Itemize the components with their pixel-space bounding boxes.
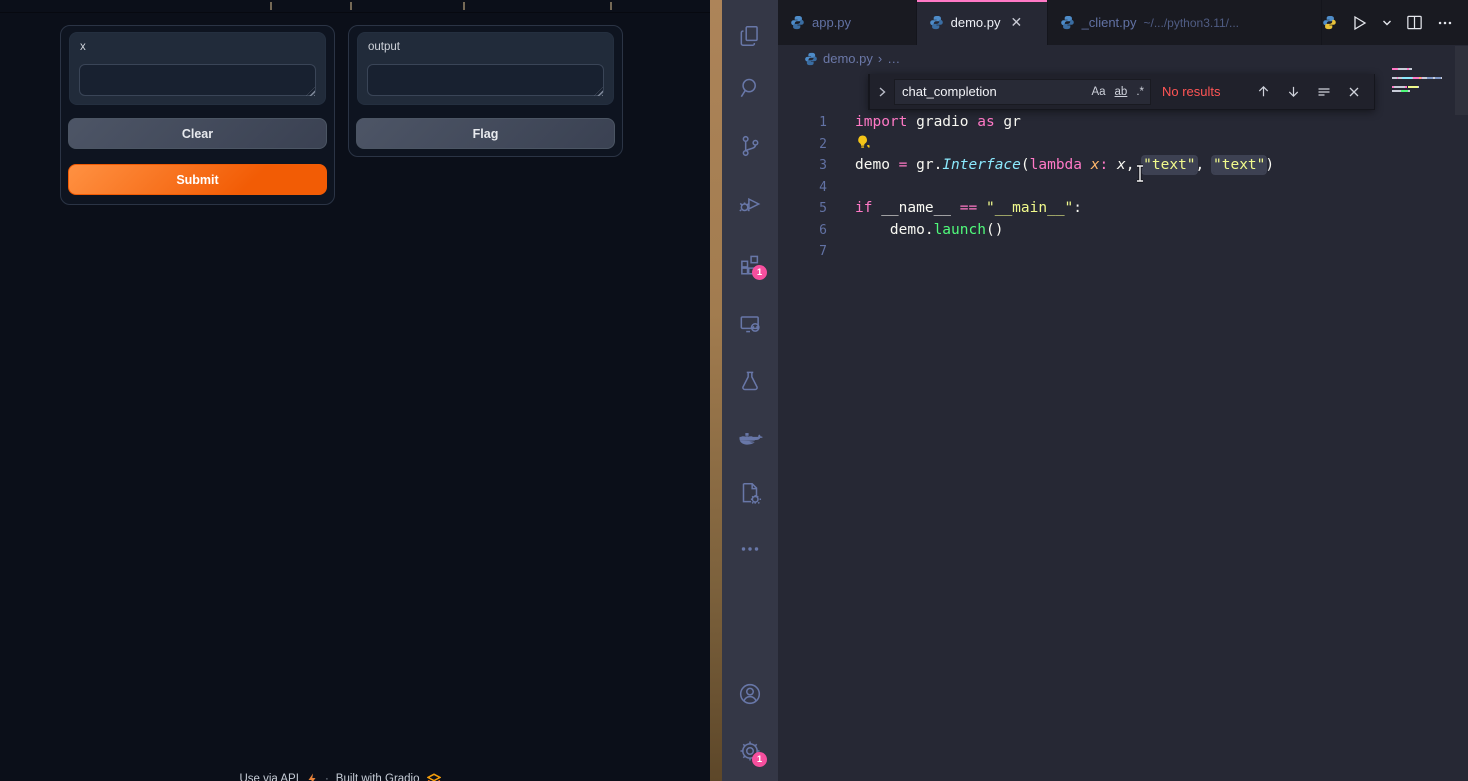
code-area[interactable]: 1import gradio as gr23demo = gr.Interfac… <box>778 112 1468 263</box>
submit-button[interactable]: Submit <box>68 164 327 195</box>
activity-bar: 1 1 <box>722 0 778 781</box>
progress-tick <box>463 2 465 10</box>
python-logo-icon <box>1322 15 1337 30</box>
progress-tick <box>270 2 272 10</box>
settings-icon[interactable]: 1 <box>737 738 763 764</box>
tab-client-py[interactable]: _client.py ~/.../python3.11/... <box>1048 0 1322 45</box>
find-widget: chat_completion Aa ab .* No results <box>868 74 1375 110</box>
reload-progress-bar <box>0 0 710 13</box>
more-actions-icon[interactable] <box>1436 14 1454 32</box>
input-block: x <box>69 32 326 105</box>
clear-button[interactable]: Clear <box>68 118 327 149</box>
tab-bar: app.py demo.py ✕ _client.py ~/.../python… <box>778 0 1468 45</box>
tab-label: demo.py <box>951 15 1001 30</box>
code-line[interactable]: 5if __name__ == "__main__": <box>778 198 1468 220</box>
settings-badge: 1 <box>752 752 767 767</box>
output-column-card: output Flag <box>348 25 623 157</box>
python-file-icon <box>929 15 944 30</box>
code-line[interactable]: 3demo = gr.Interface(lambda x: x, "text"… <box>778 155 1468 177</box>
find-input[interactable]: chat_completion Aa ab .* <box>894 79 1151 105</box>
editor-actions <box>1322 0 1468 45</box>
previous-match-icon[interactable] <box>1256 84 1271 99</box>
run-debug-icon[interactable] <box>737 191 763 217</box>
line-number: 6 <box>778 220 827 242</box>
code-line[interactable]: 2 <box>778 134 1468 156</box>
tab-label: _client.py <box>1082 15 1137 30</box>
window-divider <box>710 0 722 781</box>
output-label: output <box>368 41 400 53</box>
close-find-icon[interactable] <box>1347 85 1361 99</box>
line-number: 4 <box>778 177 827 199</box>
run-dropdown-chevron-icon[interactable] <box>1381 17 1393 29</box>
progress-tick <box>610 2 612 10</box>
find-query-text[interactable]: chat_completion <box>895 84 1091 99</box>
docker-icon[interactable] <box>737 427 763 453</box>
toggle-replace-chevron-icon[interactable] <box>870 85 894 99</box>
footer-separator: · <box>325 773 329 781</box>
progress-tick <box>350 2 352 10</box>
flag-button[interactable]: Flag <box>356 118 615 149</box>
explorer-icon[interactable] <box>737 23 763 49</box>
gradio-footer: Use via API · Built with Gradio <box>0 773 680 781</box>
remote-explorer-icon[interactable] <box>737 311 763 337</box>
code-line[interactable]: 4 <box>778 177 1468 199</box>
tab-demo-py[interactable]: demo.py ✕ <box>917 0 1048 45</box>
input-label: x <box>80 41 86 53</box>
run-python-file-icon[interactable] <box>1349 13 1369 33</box>
source-control-icon[interactable] <box>737 133 763 159</box>
python-file-icon <box>790 15 805 30</box>
use-via-api-link[interactable]: Use via API <box>239 773 298 781</box>
account-icon[interactable] <box>737 681 763 707</box>
lightbulb-icon[interactable] <box>855 134 871 150</box>
tab-close-icon[interactable]: ✕ <box>1011 14 1023 31</box>
scrollbar-slider[interactable] <box>1455 46 1468 115</box>
tab-label: app.py <box>812 15 851 30</box>
search-icon[interactable] <box>737 75 763 101</box>
editor[interactable]: chat_completion Aa ab .* No results <box>778 45 1468 781</box>
editor-group: app.py demo.py ✕ _client.py ~/.../python… <box>778 0 1468 781</box>
match-case-toggle[interactable]: Aa <box>1091 86 1105 98</box>
gradio-logo-icon <box>427 773 441 781</box>
line-number: 3 <box>778 155 827 177</box>
line-number: 2 <box>778 134 827 156</box>
input-textarea[interactable] <box>79 64 316 96</box>
regex-toggle[interactable]: .* <box>1136 86 1144 98</box>
vscode-window: 1 1 <box>722 0 1468 781</box>
python-file-icon <box>1060 15 1075 30</box>
extensions-badge: 1 <box>752 265 767 280</box>
built-with-gradio-link[interactable]: Built with Gradio <box>336 773 420 781</box>
minimap[interactable] <box>1392 68 1450 99</box>
code-line[interactable]: 7 <box>778 241 1468 263</box>
tab-description: ~/.../python3.11/... <box>1144 16 1240 30</box>
line-number: 5 <box>778 198 827 220</box>
more-views-icon[interactable] <box>737 536 763 562</box>
find-results-status: No results <box>1162 84 1221 99</box>
line-number: 1 <box>778 112 827 134</box>
extensions-icon[interactable]: 1 <box>737 251 763 277</box>
find-in-selection-icon[interactable] <box>1316 84 1332 100</box>
code-line[interactable]: 6 demo.launch() <box>778 220 1468 242</box>
split-editor-icon[interactable] <box>1405 13 1424 32</box>
tab-app-py[interactable]: app.py <box>778 0 917 45</box>
line-number: 7 <box>778 241 827 263</box>
whole-word-toggle[interactable]: ab <box>1115 86 1128 98</box>
mouse-ibeam-cursor <box>1134 164 1146 183</box>
gradio-app: x Clear Submit output Flag Use via API ·… <box>0 0 710 781</box>
input-column-card: x Clear Submit <box>60 25 335 205</box>
code-line[interactable]: 1import gradio as gr <box>778 112 1468 134</box>
api-bolt-icon <box>306 773 318 781</box>
screen: x Clear Submit output Flag Use via API ·… <box>0 0 1468 781</box>
next-match-icon[interactable] <box>1286 84 1301 99</box>
testing-icon[interactable] <box>737 368 763 394</box>
output-textarea[interactable] <box>367 64 604 96</box>
cmake-icon[interactable] <box>737 480 763 506</box>
output-block: output <box>357 32 614 105</box>
